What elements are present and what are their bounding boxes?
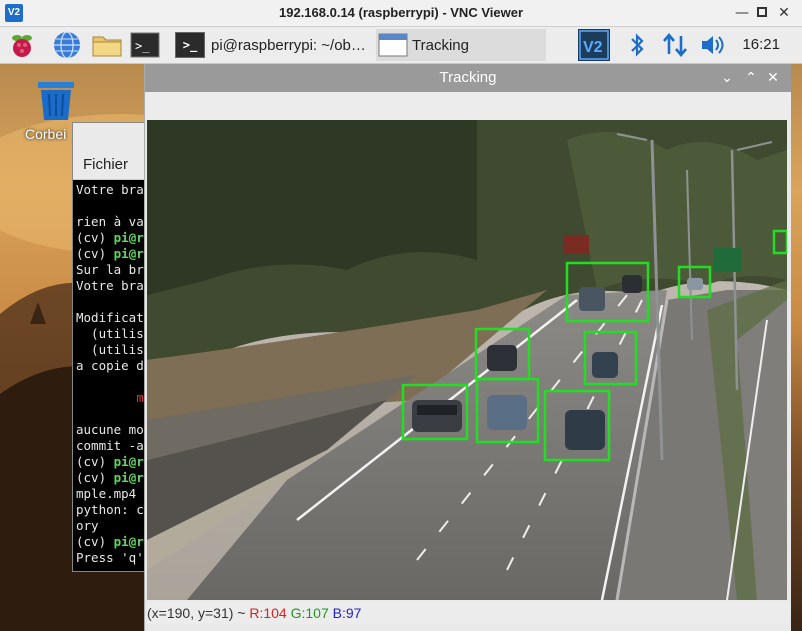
video-frame[interactable] bbox=[147, 120, 787, 600]
svg-text:>_: >_ bbox=[135, 39, 150, 53]
status-red: R:104 bbox=[249, 605, 287, 621]
svg-text:V2: V2 bbox=[583, 39, 603, 56]
taskbar-task-terminal[interactable]: >_ pi@raspberrypi: ~/ob… bbox=[175, 29, 375, 61]
menu-fichier[interactable]: Fichier bbox=[83, 156, 128, 173]
taskbar: >_ >_ pi@raspberrypi: ~/ob… Tracking V2 bbox=[0, 27, 802, 64]
task-label: pi@raspberrypi: ~/ob… bbox=[211, 36, 366, 54]
vnc-server-tray-icon[interactable]: V2 bbox=[577, 28, 611, 62]
tracking-maximize-icon[interactable]: ⌃ bbox=[741, 68, 761, 88]
clock[interactable]: 16:21 bbox=[742, 36, 780, 53]
tracking-window[interactable]: Tracking ⌄ ⌃ ✕ (x=190, y=31) ~ R:104 G:1… bbox=[144, 64, 791, 631]
status-blue: B:97 bbox=[332, 605, 362, 621]
terminal-launcher-icon[interactable]: >_ bbox=[130, 30, 160, 60]
terminal-icon: >_ bbox=[175, 32, 205, 58]
window-icon bbox=[378, 33, 408, 57]
bluetooth-icon[interactable] bbox=[626, 30, 656, 60]
tracking-close-icon[interactable]: ✕ bbox=[763, 68, 783, 88]
pixel-status-bar: (x=190, y=31) ~ R:104 G:107 B:97 bbox=[147, 602, 789, 624]
close-icon[interactable]: ✕ bbox=[774, 3, 794, 23]
taskbar-task-tracking[interactable]: Tracking bbox=[376, 29, 546, 61]
tracking-titlebar: Tracking ⌄ ⌃ ✕ bbox=[145, 64, 791, 92]
vnc-titlebar: V2 192.168.0.14 (raspberrypi) - VNC View… bbox=[0, 0, 802, 27]
network-icon[interactable] bbox=[660, 30, 690, 60]
file-manager-icon[interactable] bbox=[91, 30, 122, 60]
tracking-toolbar bbox=[145, 92, 791, 120]
vnc-window-title: 192.168.0.14 (raspberrypi) - VNC Viewer bbox=[279, 5, 523, 20]
web-browser-icon[interactable] bbox=[52, 30, 82, 60]
volume-icon[interactable] bbox=[698, 30, 728, 60]
restore-icon[interactable] bbox=[752, 3, 772, 23]
task-label: Tracking bbox=[412, 36, 469, 54]
status-green: G:107 bbox=[290, 605, 329, 621]
car bbox=[412, 400, 462, 432]
raspberry-menu-icon[interactable] bbox=[7, 30, 37, 60]
tracking-minimize-icon[interactable]: ⌄ bbox=[717, 68, 737, 88]
trash-icon[interactable] bbox=[34, 78, 78, 122]
tracking-window-title: Tracking bbox=[439, 69, 497, 86]
trash-label: Corbei bbox=[25, 126, 67, 142]
traffic-camera-image bbox=[147, 120, 787, 600]
status-coords: (x=190, y=31) ~ bbox=[147, 605, 250, 621]
minimize-icon[interactable]: — bbox=[732, 3, 752, 23]
